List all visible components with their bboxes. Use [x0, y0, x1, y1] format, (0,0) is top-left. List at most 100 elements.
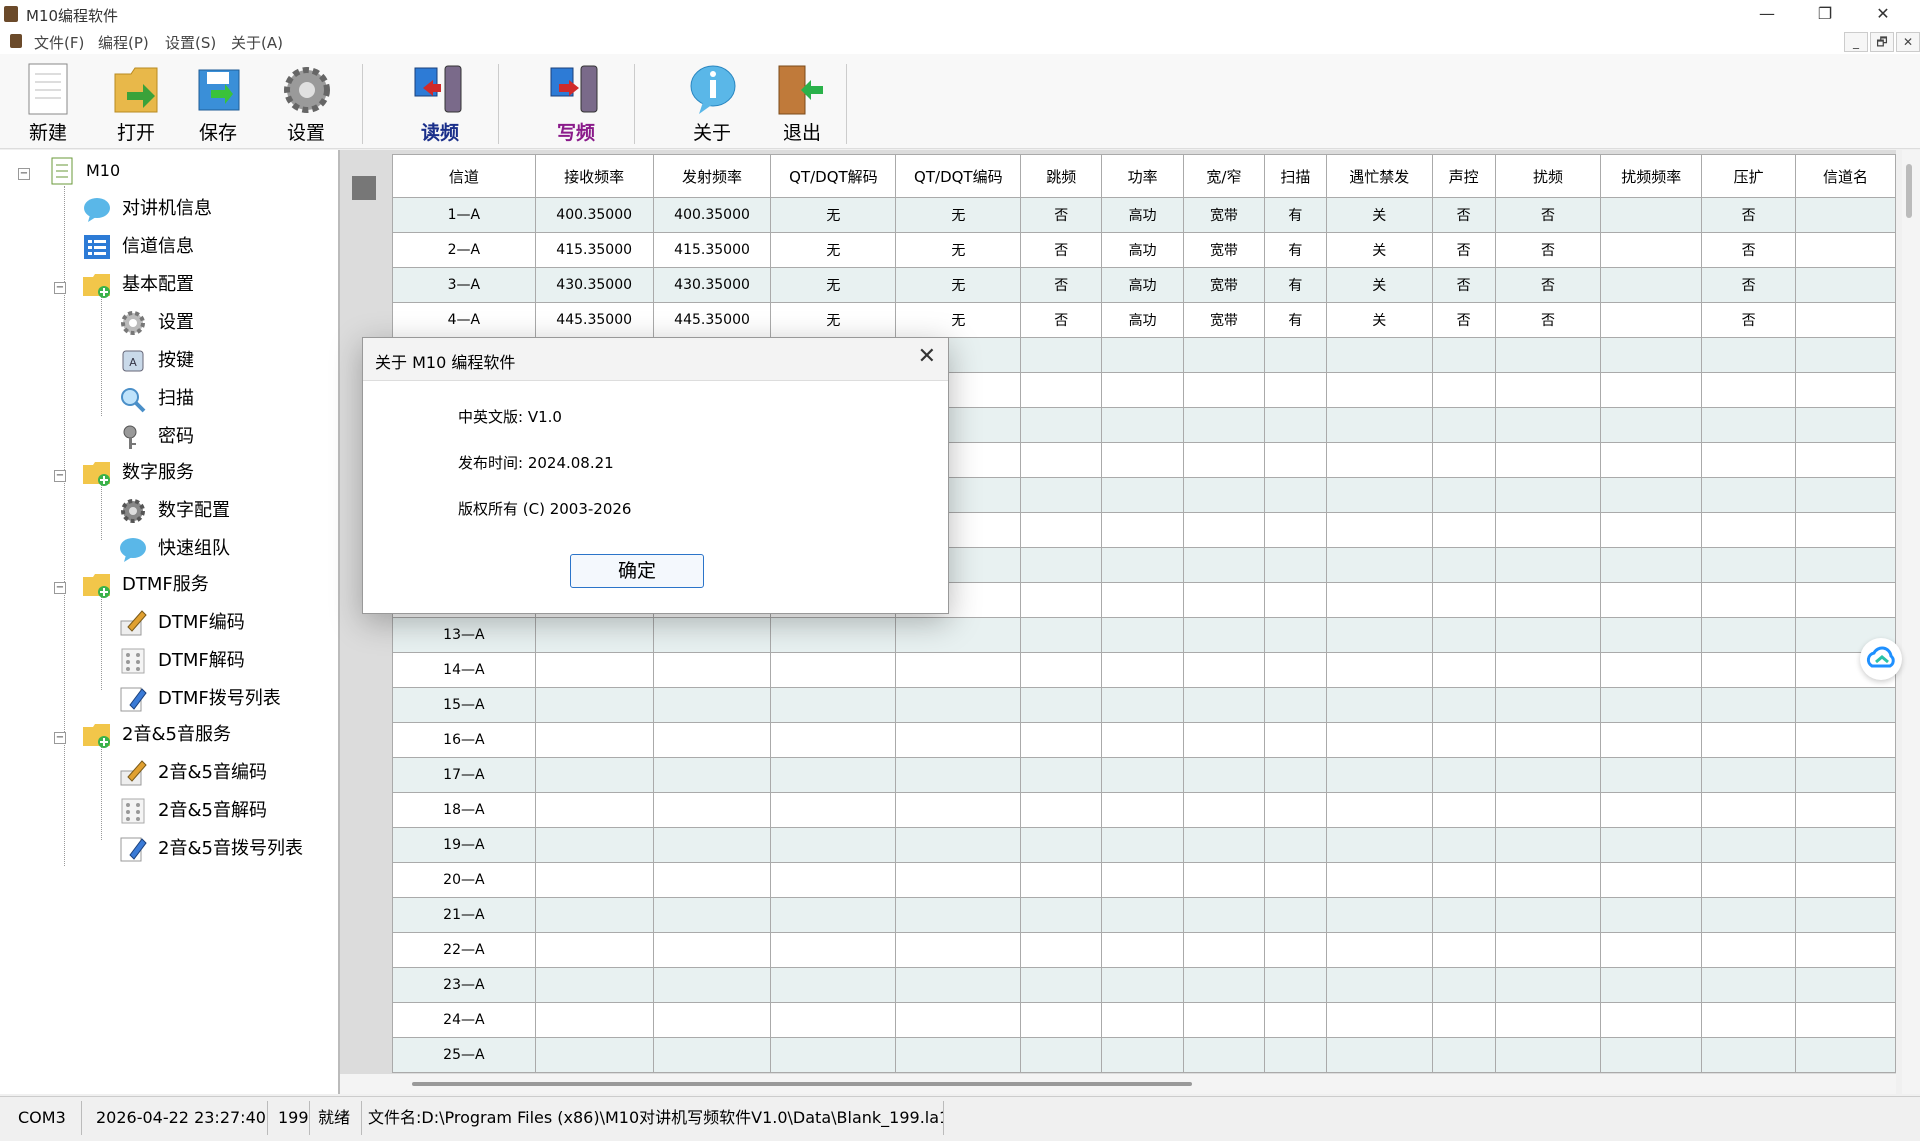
menu-settings[interactable]: 设置(S) [165, 32, 216, 53]
table-row[interactable]: 16—A [392, 722, 1896, 758]
table-cell[interactable]: 否 [1494, 302, 1602, 338]
table-cell[interactable] [1795, 792, 1896, 828]
table-cell[interactable] [534, 687, 654, 723]
column-header[interactable]: 发射频率 [652, 154, 772, 198]
table-cell[interactable] [895, 862, 1022, 898]
mdi-restore-button[interactable]: 🗗 [1870, 32, 1894, 52]
table-cell[interactable] [1101, 442, 1184, 478]
table-cell[interactable] [1020, 897, 1103, 933]
settings-button[interactable]: 设置 [270, 58, 342, 144]
table-cell[interactable] [1263, 442, 1327, 478]
expander-dtmf[interactable]: − [54, 582, 66, 594]
table-cell[interactable] [652, 652, 772, 688]
table-cell[interactable] [1494, 477, 1602, 513]
table-cell[interactable] [1325, 687, 1433, 723]
table-cell[interactable] [534, 932, 654, 968]
dialog-close-icon[interactable]: ✕ [918, 344, 936, 369]
table-cell[interactable] [1020, 582, 1103, 618]
table-cell[interactable] [1795, 442, 1896, 478]
table-cell[interactable] [1101, 722, 1184, 758]
table-cell[interactable] [1600, 792, 1703, 828]
table-cell[interactable] [1795, 232, 1896, 268]
table-cell[interactable] [1183, 372, 1265, 408]
table-cell[interactable] [1325, 512, 1433, 548]
about-button[interactable]: 关于 [676, 58, 748, 144]
table-cell[interactable] [1701, 512, 1797, 548]
table-cell[interactable] [1600, 512, 1703, 548]
table-cell[interactable] [1795, 547, 1896, 583]
table-cell[interactable]: 无 [770, 302, 897, 338]
column-header[interactable]: 声控 [1431, 154, 1496, 198]
table-cell[interactable] [1600, 687, 1703, 723]
table-cell[interactable] [1263, 1002, 1327, 1038]
column-header[interactable]: 扫描 [1263, 154, 1327, 198]
table-cell[interactable] [1494, 337, 1602, 373]
table-cell[interactable] [1101, 652, 1184, 688]
table-cell[interactable] [1431, 652, 1496, 688]
table-cell[interactable] [1701, 687, 1797, 723]
table-cell[interactable] [1325, 757, 1433, 793]
table-cell[interactable] [1431, 722, 1496, 758]
table-cell[interactable] [1183, 1002, 1265, 1038]
table-cell[interactable] [1101, 337, 1184, 373]
table-cell[interactable]: 否 [1701, 302, 1797, 338]
table-cell[interactable]: 430.35000 [652, 267, 772, 303]
table-cell[interactable] [1263, 652, 1327, 688]
cloud-sync-icon[interactable] [1860, 638, 1902, 680]
table-cell[interactable] [1494, 407, 1602, 443]
table-cell[interactable] [1494, 652, 1602, 688]
column-header[interactable]: 宽/窄 [1183, 154, 1265, 198]
table-cell[interactable] [1101, 547, 1184, 583]
table-cell[interactable]: 高功 [1101, 267, 1184, 303]
table-cell[interactable] [1431, 582, 1496, 618]
expander-root[interactable]: − [18, 168, 30, 180]
table-cell[interactable] [1101, 512, 1184, 548]
table-cell[interactable] [1263, 967, 1327, 1003]
table-cell[interactable] [1600, 1037, 1703, 1073]
table-row[interactable]: 14—A [392, 652, 1896, 688]
table-cell[interactable] [652, 1037, 772, 1073]
table-cell[interactable]: 宽带 [1183, 267, 1265, 303]
table-cell[interactable] [895, 722, 1022, 758]
table-cell[interactable] [895, 792, 1022, 828]
table-cell[interactable] [1431, 477, 1496, 513]
table-cell[interactable] [1701, 862, 1797, 898]
table-cell[interactable]: 否 [1020, 302, 1103, 338]
table-cell[interactable] [1431, 792, 1496, 828]
column-header[interactable]: 功率 [1101, 154, 1184, 198]
table-cell[interactable]: 宽带 [1183, 302, 1265, 338]
table-cell[interactable] [1494, 967, 1602, 1003]
table-cell[interactable] [1494, 1037, 1602, 1073]
table-cell[interactable]: 无 [895, 197, 1022, 233]
table-cell[interactable] [1020, 477, 1103, 513]
table-cell[interactable] [895, 652, 1022, 688]
table-cell[interactable] [1325, 582, 1433, 618]
table-cell[interactable] [1494, 722, 1602, 758]
table-cell[interactable] [1325, 617, 1433, 653]
write-button[interactable]: 写频 [540, 58, 612, 144]
table-cell[interactable]: 415.35000 [652, 232, 772, 268]
table-cell[interactable] [534, 967, 654, 1003]
channel-cell[interactable]: 24—A [392, 1002, 536, 1038]
table-cell[interactable]: 无 [895, 232, 1022, 268]
channel-cell[interactable]: 2—A [392, 232, 536, 268]
restore-button[interactable]: ❐ [1796, 0, 1854, 28]
table-cell[interactable] [1701, 1002, 1797, 1038]
table-cell[interactable] [1600, 757, 1703, 793]
menu-file[interactable]: 文件(F) [34, 32, 84, 53]
table-cell[interactable] [1701, 372, 1797, 408]
table-cell[interactable] [1183, 757, 1265, 793]
table-cell[interactable] [895, 1037, 1022, 1073]
table-row[interactable]: 3—A 430.35000 430.35000 无无否高功 宽带有关否否否 [392, 267, 1896, 303]
table-cell[interactable]: 否 [1431, 232, 1496, 268]
table-cell[interactable]: 否 [1701, 267, 1797, 303]
table-cell[interactable] [1101, 967, 1184, 1003]
column-header[interactable]: 压扩 [1701, 154, 1797, 198]
table-cell[interactable] [1600, 407, 1703, 443]
table-cell[interactable] [770, 932, 897, 968]
exit-button[interactable]: 退出 [766, 58, 838, 144]
save-button[interactable]: 保存 [182, 58, 254, 144]
channel-cell[interactable]: 25—A [392, 1037, 536, 1073]
table-cell[interactable] [1101, 372, 1184, 408]
table-cell[interactable] [1263, 407, 1327, 443]
